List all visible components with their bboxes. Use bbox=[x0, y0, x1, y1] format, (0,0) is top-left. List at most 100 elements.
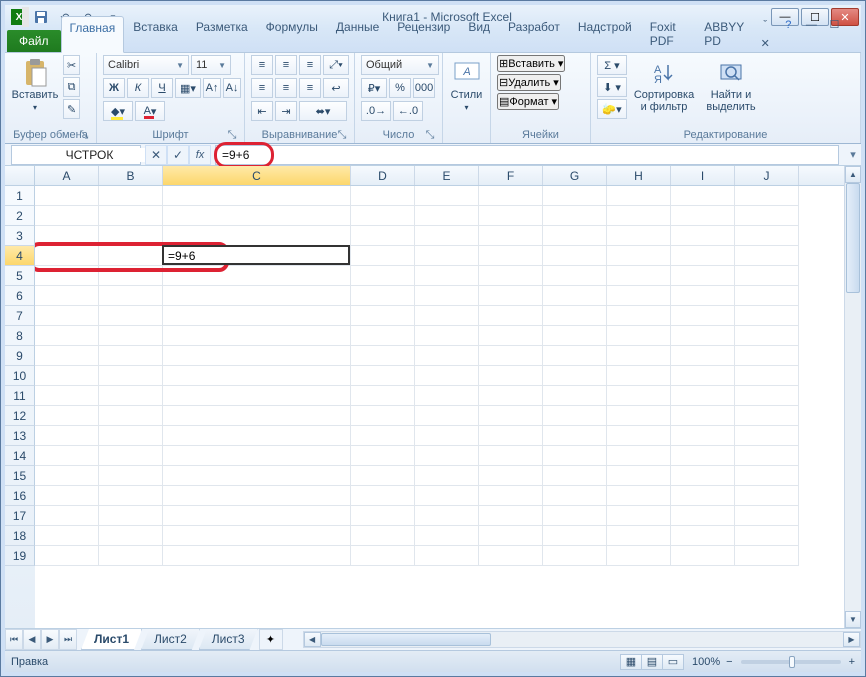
cell[interactable] bbox=[163, 506, 351, 526]
sheet-tab[interactable]: Лист2 bbox=[141, 629, 200, 650]
ribbon-tab[interactable]: Вставка bbox=[124, 15, 187, 52]
cell[interactable] bbox=[351, 266, 415, 286]
wrap-text-button[interactable]: ↩ bbox=[323, 78, 349, 98]
cell[interactable] bbox=[415, 206, 479, 226]
column-header[interactable]: G bbox=[543, 166, 607, 185]
cell[interactable] bbox=[35, 466, 99, 486]
cell[interactable] bbox=[543, 526, 607, 546]
fill-button[interactable]: ⬇ ▾ bbox=[597, 77, 627, 97]
row-header[interactable]: 7 bbox=[5, 306, 35, 326]
format-cells-button[interactable]: ▤Формат ▾ bbox=[497, 93, 559, 110]
cell[interactable] bbox=[543, 546, 607, 566]
cell[interactable] bbox=[543, 506, 607, 526]
cell[interactable] bbox=[35, 426, 99, 446]
window-minimize-icon[interactable]: — bbox=[802, 16, 820, 34]
cell[interactable] bbox=[671, 186, 735, 206]
cell[interactable] bbox=[415, 526, 479, 546]
cell[interactable] bbox=[479, 506, 543, 526]
cell[interactable] bbox=[479, 226, 543, 246]
cell[interactable] bbox=[99, 186, 163, 206]
zoom-slider[interactable] bbox=[741, 660, 841, 664]
cell[interactable] bbox=[99, 366, 163, 386]
cell[interactable] bbox=[163, 446, 351, 466]
row-header[interactable]: 8 bbox=[5, 326, 35, 346]
row-header[interactable]: 14 bbox=[5, 446, 35, 466]
cell[interactable] bbox=[415, 346, 479, 366]
cell[interactable] bbox=[163, 486, 351, 506]
scroll-left-button[interactable]: ◀ bbox=[304, 632, 321, 647]
cell[interactable] bbox=[543, 186, 607, 206]
cell[interactable] bbox=[479, 246, 543, 266]
row-header[interactable]: 1 bbox=[5, 186, 35, 206]
cell[interactable] bbox=[163, 186, 351, 206]
window-restore-icon[interactable]: ☐ bbox=[825, 16, 843, 34]
cell[interactable] bbox=[479, 326, 543, 346]
cell[interactable] bbox=[415, 226, 479, 246]
cell[interactable] bbox=[35, 446, 99, 466]
cell[interactable] bbox=[35, 326, 99, 346]
cell[interactable] bbox=[543, 326, 607, 346]
column-header[interactable]: H bbox=[607, 166, 671, 185]
cell[interactable] bbox=[543, 466, 607, 486]
window-close-icon[interactable]: ✕ bbox=[756, 34, 774, 52]
cell[interactable] bbox=[99, 246, 163, 266]
increase-font-button[interactable]: A↑ bbox=[203, 78, 221, 98]
underline-button[interactable]: Ч bbox=[151, 78, 173, 98]
ribbon-tab[interactable]: Надстрой bbox=[569, 15, 641, 52]
cell[interactable] bbox=[351, 406, 415, 426]
cell[interactable] bbox=[479, 286, 543, 306]
cell[interactable] bbox=[543, 206, 607, 226]
cell[interactable] bbox=[163, 206, 351, 226]
dialog-launcher-icon[interactable]: ⤡ bbox=[424, 129, 436, 141]
tab-prev-button[interactable]: ◀ bbox=[23, 629, 41, 650]
cell[interactable] bbox=[735, 186, 799, 206]
cell[interactable] bbox=[99, 406, 163, 426]
row-header[interactable]: 9 bbox=[5, 346, 35, 366]
cell[interactable] bbox=[671, 286, 735, 306]
help-button[interactable]: ? bbox=[779, 16, 797, 34]
paste-button[interactable]: Вставить▾ bbox=[11, 55, 59, 113]
cell[interactable] bbox=[479, 486, 543, 506]
font-name-combo[interactable]: Calibri▼ bbox=[103, 55, 189, 75]
cell[interactable] bbox=[99, 386, 163, 406]
italic-button[interactable]: К bbox=[127, 78, 149, 98]
row-header[interactable]: 16 bbox=[5, 486, 35, 506]
increase-decimal-button[interactable]: .0→ bbox=[361, 101, 391, 121]
cell[interactable] bbox=[607, 446, 671, 466]
cell[interactable] bbox=[543, 366, 607, 386]
cell[interactable] bbox=[607, 306, 671, 326]
ribbon-tab[interactable]: Вид bbox=[459, 15, 499, 52]
cell[interactable] bbox=[735, 286, 799, 306]
cell[interactable] bbox=[351, 306, 415, 326]
cell[interactable] bbox=[163, 226, 351, 246]
clear-button[interactable]: 🧽▾ bbox=[597, 99, 627, 119]
cell[interactable] bbox=[607, 246, 671, 266]
column-header[interactable]: J bbox=[735, 166, 799, 185]
styles-button[interactable]: A Стили▾ bbox=[449, 55, 484, 113]
cell[interactable] bbox=[351, 206, 415, 226]
cell[interactable] bbox=[415, 246, 479, 266]
cell[interactable] bbox=[99, 346, 163, 366]
cell[interactable] bbox=[735, 326, 799, 346]
cell[interactable] bbox=[607, 466, 671, 486]
cell[interactable] bbox=[671, 466, 735, 486]
cell[interactable] bbox=[35, 346, 99, 366]
cell[interactable] bbox=[351, 506, 415, 526]
cell[interactable] bbox=[671, 366, 735, 386]
cell[interactable] bbox=[35, 486, 99, 506]
cell[interactable] bbox=[479, 206, 543, 226]
new-sheet-button[interactable]: ✦ bbox=[259, 629, 283, 650]
cell[interactable] bbox=[415, 366, 479, 386]
dialog-launcher-icon[interactable]: ⤡ bbox=[226, 129, 238, 141]
cell[interactable] bbox=[415, 326, 479, 346]
cell[interactable] bbox=[479, 426, 543, 446]
insert-cells-button[interactable]: ⊞Вставить ▾ bbox=[497, 55, 565, 72]
cell[interactable] bbox=[671, 346, 735, 366]
column-header[interactable]: C bbox=[163, 166, 351, 185]
cell[interactable] bbox=[735, 306, 799, 326]
align-middle-button[interactable]: ≡ bbox=[275, 55, 297, 75]
cell[interactable] bbox=[607, 226, 671, 246]
cell[interactable] bbox=[99, 206, 163, 226]
accounting-button[interactable]: ₽▾ bbox=[361, 78, 387, 98]
cell[interactable] bbox=[163, 366, 351, 386]
